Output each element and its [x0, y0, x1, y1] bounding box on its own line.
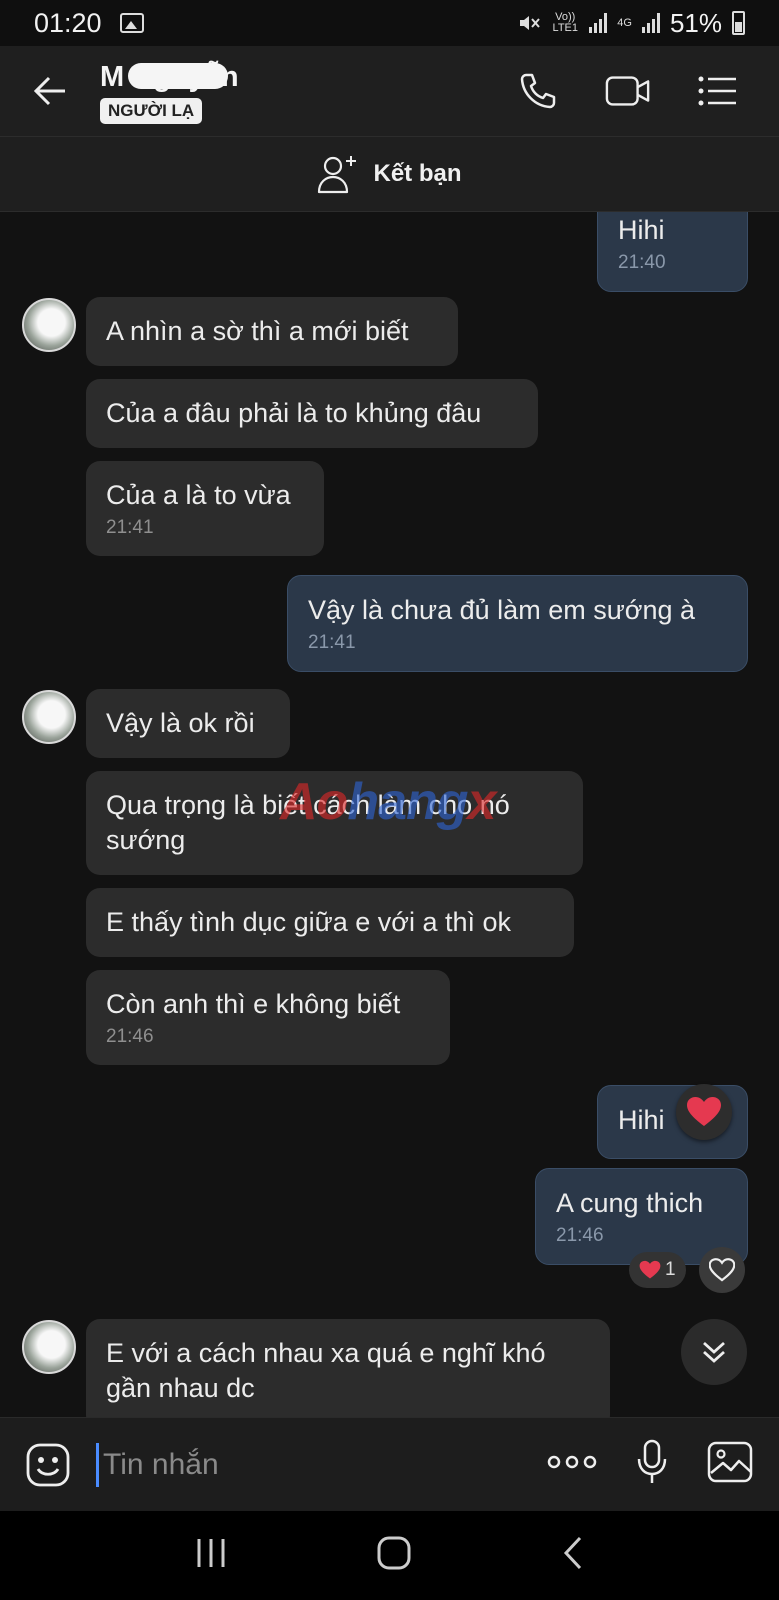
message-input[interactable]	[96, 1442, 547, 1487]
heart-outline-icon	[709, 1258, 735, 1282]
message-time: 21:40	[618, 252, 666, 273]
microphone-icon	[637, 1439, 667, 1483]
message-text: Vậy là chưa đủ làm em sướng à	[308, 595, 696, 625]
signal-1-icon	[589, 13, 608, 33]
message-text: E với a cách nhau xa quá e nghĩ khó gần …	[106, 1338, 546, 1403]
mute-icon	[520, 16, 541, 30]
message-text: E thấy tình dục giữa e với a thì ok	[106, 907, 511, 937]
contact-avatar[interactable]	[22, 298, 76, 352]
double-chevron-down-icon	[703, 1341, 725, 1363]
stranger-badge: NGƯỜI LẠ	[100, 97, 203, 124]
voice-button[interactable]	[635, 1439, 669, 1490]
message-incoming[interactable]: E thấy tình dục giữa e với a thì ok	[86, 888, 574, 957]
status-time: 01:20	[34, 7, 102, 38]
more-dots-icon	[547, 1455, 597, 1469]
message-list[interactable]: Hihi 21:40 A nhìn a sờ thì a mới biết Củ…	[0, 212, 779, 1417]
reaction-summary[interactable]: 1	[629, 1252, 686, 1288]
recent-apps-icon	[197, 1539, 225, 1567]
chat-screen: 01:20 Vo)) LTE1 4G 51% M Nguyễn	[0, 0, 779, 1600]
message-text: A nhìn a sờ thì a mới biết	[106, 316, 409, 346]
message-text: Hihi	[618, 215, 665, 245]
home-button[interactable]	[376, 1535, 412, 1576]
message-incoming[interactable]: Của a là to vừa 21:41	[86, 461, 324, 556]
message-incoming[interactable]: Của a đâu phải là to khủng đâu	[86, 379, 538, 448]
phone-icon	[520, 73, 556, 109]
add-friend-label: Kết bạn	[373, 160, 462, 187]
system-nav-bar	[0, 1511, 779, 1600]
message-time: 21:41	[106, 517, 154, 538]
contact-avatar[interactable]	[22, 1320, 76, 1374]
message-incoming[interactable]: Còn anh thì e không biết 21:46	[86, 970, 450, 1065]
heart-icon	[687, 1097, 721, 1126]
status-indicators: Vo)) LTE1 4G 51%	[517, 8, 745, 39]
heart-reaction[interactable]	[676, 1084, 732, 1140]
image-button[interactable]	[707, 1441, 753, 1488]
chat-header: M Nguyễn NGƯỜI LẠ	[0, 46, 779, 136]
gallery-notification-icon	[119, 13, 144, 33]
video-camera-icon	[605, 76, 650, 106]
call-button[interactable]	[515, 68, 561, 114]
message-incoming[interactable]: Qua trọng là biết cách làm cho nó sướng	[86, 771, 583, 875]
message-incoming[interactable]: Vậy là ok rồi	[86, 689, 290, 758]
scroll-to-bottom-button[interactable]	[681, 1319, 747, 1385]
more-options-button[interactable]	[547, 1454, 597, 1475]
message-text: A cung thich	[556, 1188, 704, 1218]
emoji-button[interactable]	[0, 1442, 96, 1488]
contact-avatar[interactable]	[22, 690, 76, 744]
signal-2-icon	[641, 13, 660, 33]
composer-actions	[547, 1439, 779, 1490]
message-incoming[interactable]: A nhìn a sờ thì a mới biết	[86, 297, 458, 366]
message-time: 21:46	[556, 1225, 604, 1246]
name-redaction	[128, 62, 228, 89]
list-menu-icon	[698, 76, 736, 106]
message-text: Hihi	[618, 1105, 665, 1135]
message-outgoing[interactable]: Hihi 21:40	[597, 212, 748, 292]
4g-tag: 4G	[617, 16, 632, 29]
react-button[interactable]	[699, 1247, 745, 1293]
heart-icon	[639, 1260, 661, 1279]
message-time: 21:46	[106, 1026, 154, 1047]
message-outgoing[interactable]: Vậy là chưa đủ làm em sướng à 21:41	[287, 575, 748, 672]
add-friend-button[interactable]: Kết bạn	[0, 136, 779, 212]
menu-button[interactable]	[695, 68, 741, 114]
status-bar: 01:20 Vo)) LTE1 4G 51%	[0, 0, 779, 46]
header-actions	[515, 68, 779, 114]
message-text: Của a đâu phải là to khủng đâu	[106, 398, 482, 428]
contact-info[interactable]: M Nguyễn NGƯỜI LẠ	[100, 59, 515, 124]
message-incoming[interactable]: E với a cách nhau xa quá e nghĩ khó gần …	[86, 1319, 610, 1417]
message-text: Của a là to vừa	[106, 480, 291, 510]
message-text: Qua trọng là biết cách làm cho nó sướng	[106, 790, 510, 855]
add-person-icon	[318, 156, 357, 194]
video-call-button[interactable]	[605, 68, 651, 114]
home-icon	[377, 1536, 411, 1570]
volte-tag: Vo)) LTE1	[552, 11, 578, 34]
back-button[interactable]	[0, 46, 100, 136]
arrow-left-icon	[33, 76, 65, 106]
message-text: Còn anh thì e không biết	[106, 989, 401, 1019]
battery-icon	[732, 11, 745, 35]
message-text: Vậy là ok rồi	[106, 708, 255, 738]
emoji-icon	[26, 1443, 70, 1486]
chevron-left-icon	[563, 1536, 581, 1570]
recent-apps-button[interactable]	[194, 1537, 228, 1574]
contact-name: M Nguyễn	[100, 61, 239, 94]
battery-percent: 51%	[669, 7, 722, 38]
back-nav-button[interactable]	[561, 1535, 585, 1576]
message-composer	[0, 1417, 779, 1511]
message-time: 21:41	[308, 632, 356, 653]
reaction-count: 1	[665, 1259, 676, 1280]
image-icon	[707, 1441, 753, 1483]
